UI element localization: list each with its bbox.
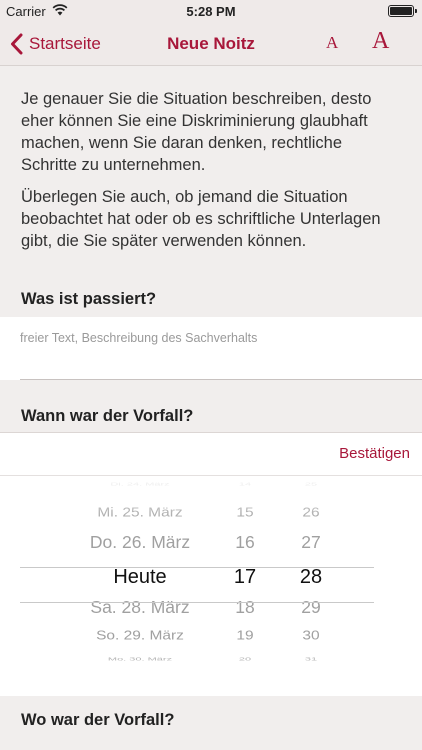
increase-font-button[interactable]: A xyxy=(372,28,389,55)
navigation-bar: Startseite Neue Noitz A A xyxy=(0,22,422,66)
picker-item[interactable]: 29 xyxy=(288,596,334,620)
hour-wheel[interactable]: 14 15 16 17 18 19 20 xyxy=(224,476,266,696)
where-label: Wo war der Vorfall? xyxy=(21,711,175,729)
picker-item[interactable]: 19 xyxy=(224,627,266,645)
picker-item[interactable]: 15 xyxy=(224,504,266,522)
selection-line-bottom xyxy=(20,602,374,603)
picker-item[interactable]: 20 xyxy=(224,656,266,664)
date-time-picker[interactable]: Di. 24. März Mi. 25. März Do. 26. März Heut… xyxy=(0,476,422,696)
intro-paragraph: Je genauer Sie die Situation beschreiben… xyxy=(21,90,372,174)
what-happened-label: Was ist passiert? xyxy=(21,290,157,308)
picker-item[interactable]: 25 xyxy=(288,481,334,489)
picker-item[interactable]: Mo. 30. März xyxy=(60,656,220,664)
picker-item[interactable]: 18 xyxy=(224,596,266,620)
picker-toolbar: Bestätigen xyxy=(0,432,422,476)
chevron-left-icon xyxy=(11,33,23,55)
picker-item[interactable]: 31 xyxy=(288,656,334,664)
selection-line-top xyxy=(20,567,374,568)
battery-icon xyxy=(388,5,417,17)
minute-wheel[interactable]: 25 26 27 28 29 30 31 xyxy=(288,476,334,696)
picker-item[interactable]: 27 xyxy=(288,531,334,555)
when-label: Wann war der Vorfall? xyxy=(21,407,194,425)
confirm-button[interactable]: Bestätigen xyxy=(339,445,410,462)
description-input[interactable] xyxy=(20,331,402,371)
back-button-label: Startseite xyxy=(29,34,101,53)
picker-item[interactable]: Do. 26. März xyxy=(60,531,220,555)
status-time: 5:28 PM xyxy=(186,4,236,19)
description-field-container xyxy=(0,317,422,380)
intro-paragraph: Überlegen Sie auch, ob jemand die Situat… xyxy=(21,188,381,250)
picker-item[interactable]: Di. 24. März xyxy=(60,481,220,489)
back-button[interactable]: Startseite xyxy=(10,30,101,58)
picker-item[interactable]: Sa. 28. März xyxy=(60,596,220,620)
picker-item[interactable]: So. 29. März xyxy=(60,627,220,645)
picker-item[interactable]: 26 xyxy=(288,504,334,522)
picker-item[interactable]: 14 xyxy=(224,481,266,489)
field-underline xyxy=(20,379,422,380)
day-wheel[interactable]: Di. 24. März Mi. 25. März Do. 26. März Heut… xyxy=(60,476,220,696)
decrease-font-button[interactable]: A xyxy=(326,33,338,53)
intro-text: Je genauer Sie die Situation beschreiben… xyxy=(21,88,401,262)
picker-item[interactable]: Mi. 25. März xyxy=(60,504,220,522)
status-bar: Carrier 5:28 PM xyxy=(0,0,422,22)
picker-item[interactable]: 30 xyxy=(288,627,334,645)
picker-item[interactable]: 16 xyxy=(224,531,266,555)
